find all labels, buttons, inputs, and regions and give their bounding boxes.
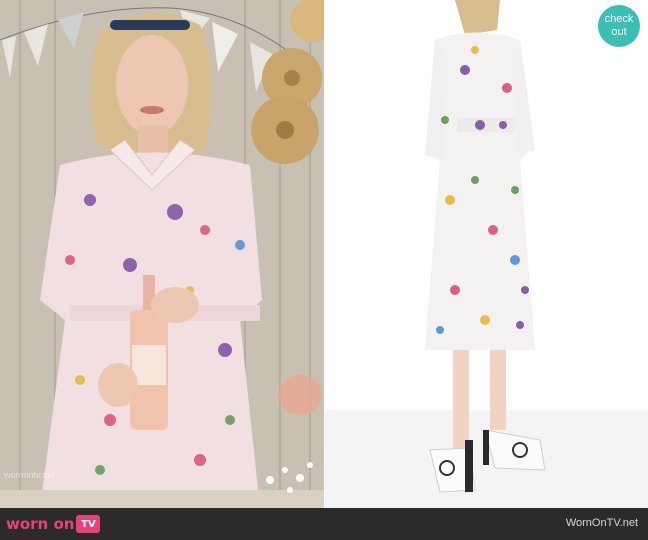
- tv-icon: TV: [76, 515, 101, 533]
- brand-text: worn on: [6, 515, 75, 533]
- watermark-text: wornontv.net: [4, 470, 55, 480]
- left-photo: wornontv.net: [0, 0, 324, 508]
- check-out-badge[interactable]: check out: [598, 5, 640, 47]
- badge-line-1: check: [604, 13, 634, 25]
- right-photo: [325, 0, 648, 508]
- site-url[interactable]: WornOnTV.net: [566, 517, 638, 529]
- brand-logo[interactable]: worn on TV: [6, 513, 101, 535]
- footer-bar: worn on TV WornOnTV.net: [0, 508, 648, 540]
- badge-line-2: out: [611, 26, 627, 38]
